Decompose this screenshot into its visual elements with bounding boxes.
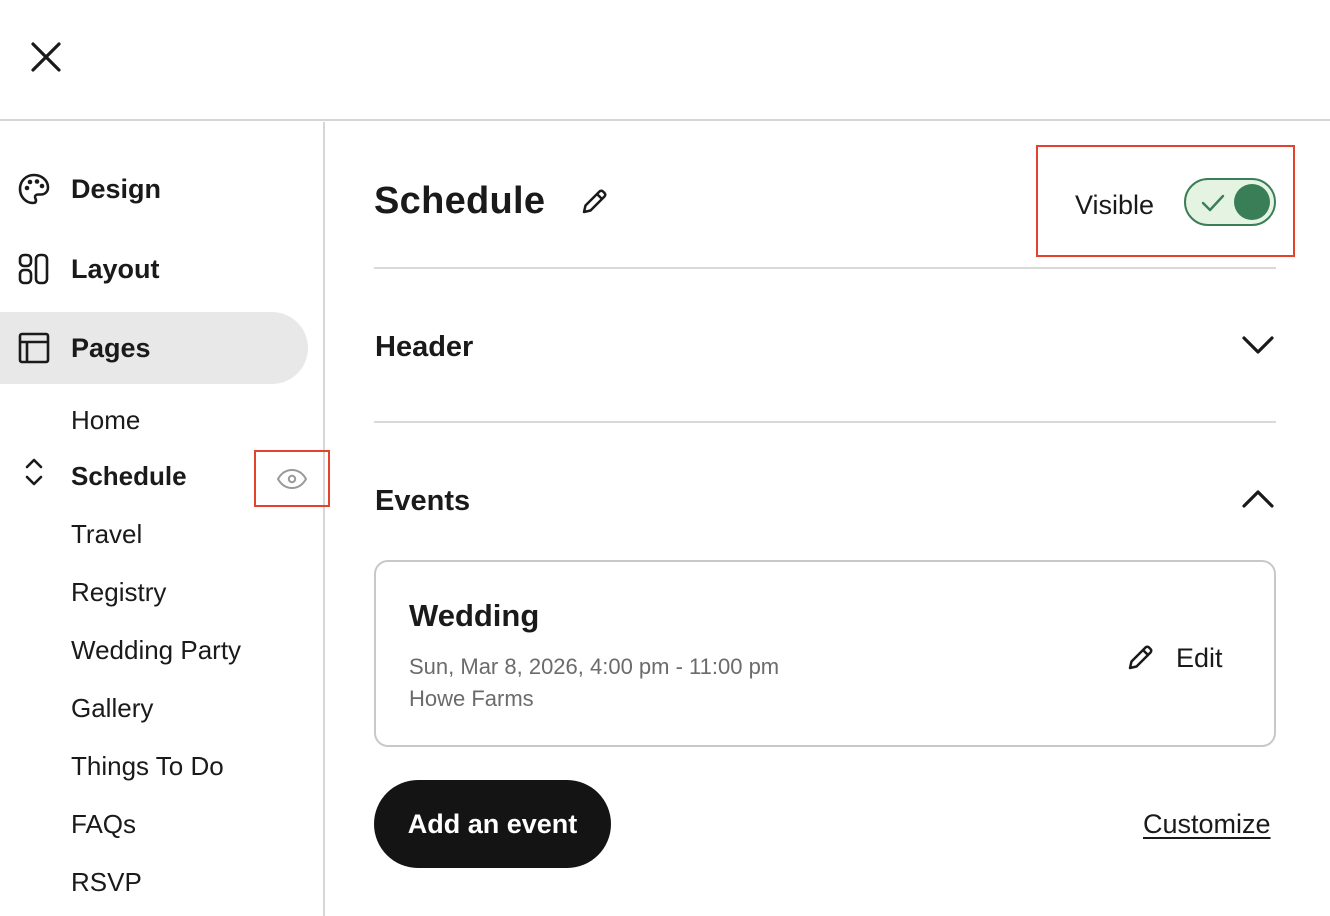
browser-window-icon (16, 330, 52, 366)
palette-icon (16, 171, 52, 207)
page-item-schedule[interactable]: Schedule (71, 461, 187, 492)
page-item-gallery[interactable]: Gallery (71, 693, 153, 724)
event-card: Wedding Sun, Mar 8, 2026, 4:00 pm - 11:0… (374, 560, 1276, 747)
edit-event-button[interactable]: Edit (1123, 638, 1223, 678)
edit-label: Edit (1176, 642, 1223, 673)
page-visibility-toggle[interactable] (254, 450, 330, 507)
visibility-control: Visible (1036, 145, 1295, 257)
event-time: Sun, Mar 8, 2026, 4:00 pm - 11:00 pm (409, 654, 780, 679)
check-icon (1201, 194, 1225, 212)
visibility-toggle[interactable] (1184, 178, 1276, 226)
divider (374, 421, 1276, 423)
page-item-faqs[interactable]: FAQs (71, 809, 136, 840)
page-item-rsvp[interactable]: RSVP (71, 867, 142, 898)
toggle-knob (1234, 184, 1270, 220)
page-item-wedding-party[interactable]: Wedding Party (71, 635, 241, 666)
sidebar-item-design[interactable]: Design (0, 153, 308, 225)
sidebar-item-pages[interactable]: Pages (0, 312, 308, 384)
section-events-toggle[interactable]: Events (374, 471, 1276, 531)
add-event-button[interactable]: Add an event (374, 780, 611, 868)
section-label: Events (375, 485, 471, 517)
customize-link[interactable]: Customize (1143, 809, 1271, 840)
section-header-toggle[interactable]: Header (374, 317, 1276, 377)
page-item-home[interactable]: Home (71, 405, 140, 436)
pencil-icon (582, 189, 607, 214)
section-label: Header (375, 331, 474, 363)
top-bar (0, 0, 1330, 121)
pencil-icon (1123, 641, 1157, 675)
divider (374, 267, 1276, 269)
main-panel: Schedule Visible Header Events Wedding S… (327, 122, 1330, 916)
close-button[interactable] (26, 37, 66, 77)
close-icon (31, 42, 61, 72)
eye-icon (276, 468, 308, 489)
sidebar-item-label: Pages (71, 332, 151, 363)
page-item-travel[interactable]: Travel (71, 519, 142, 550)
event-location: Howe Farms (409, 686, 534, 711)
sidebar: Design Layout Pages Home Schedule Travel… (0, 122, 330, 916)
layout-grid-icon (16, 251, 52, 287)
edit-title-button[interactable] (576, 184, 612, 220)
chevron-up-icon (1240, 481, 1276, 517)
chevron-up-down-icon[interactable] (20, 455, 48, 489)
page-item-things-to-do[interactable]: Things To Do (71, 751, 224, 782)
visibility-label: Visible (1075, 190, 1155, 220)
page-item-registry[interactable]: Registry (71, 577, 166, 608)
sidebar-item-label: Layout (71, 253, 160, 284)
page-title: Schedule (374, 180, 546, 222)
event-title: Wedding (409, 598, 540, 633)
sidebar-item-layout[interactable]: Layout (0, 233, 308, 305)
sidebar-item-label: Design (71, 173, 162, 204)
chevron-down-icon (1240, 327, 1276, 363)
